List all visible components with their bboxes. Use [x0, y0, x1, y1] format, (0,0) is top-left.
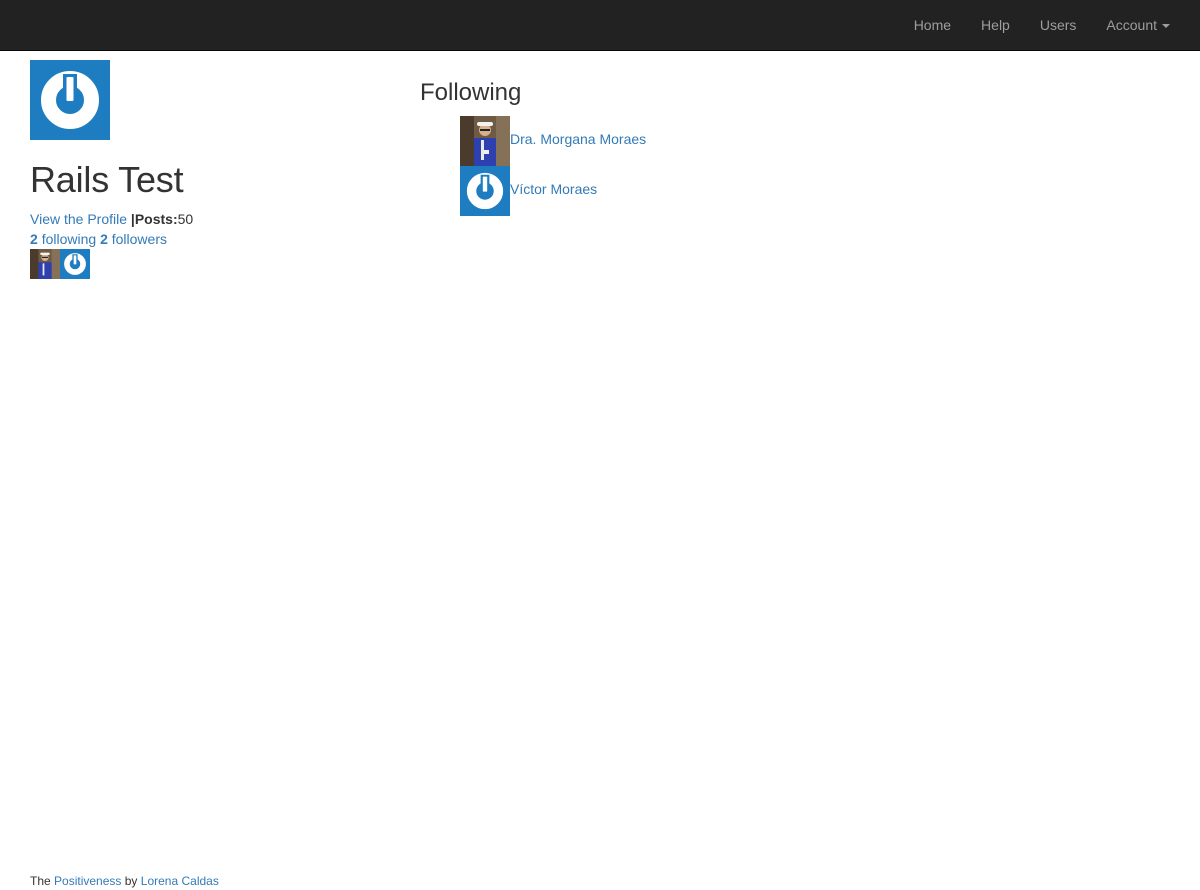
footer-author-link[interactable]: Lorena Caldas [141, 874, 219, 888]
user-avatar-morgana[interactable] [460, 116, 510, 166]
gravatar-power-icon [64, 253, 86, 275]
follow-stats: 2 following 2 followers [30, 230, 167, 248]
person-photo-icon [30, 249, 60, 279]
small-avatar-victor[interactable] [60, 249, 90, 279]
followers-count: 2 [100, 231, 108, 247]
following-heading: Following [420, 79, 522, 106]
nav-home-link[interactable]: Home [899, 0, 966, 50]
posts-label: Posts: [134, 211, 178, 227]
nav-links: Home Help Users Account [899, 0, 1185, 50]
followers-stat-link[interactable]: 2 followers [100, 231, 167, 247]
footer-prefix: The [30, 874, 51, 888]
nav-users-link[interactable]: Users [1025, 0, 1092, 50]
following-list-item: Dra. Morgana Moraes [460, 116, 860, 166]
user-link-morgana[interactable]: Dra. Morgana Moraes [510, 130, 646, 148]
nav-account-dropdown[interactable]: Account [1091, 0, 1185, 50]
profile-meta: View the Profile |Posts:50 [30, 210, 193, 228]
footer-by: by [124, 874, 138, 888]
following-count: 2 [30, 231, 38, 247]
user-link-victor[interactable]: Víctor Moraes [510, 180, 597, 198]
nav-account-label: Account [1106, 17, 1157, 33]
following-stat-link[interactable]: 2 following [30, 231, 96, 247]
following-label: following [41, 231, 97, 247]
profile-avatar[interactable] [30, 60, 110, 140]
small-avatar-morgana[interactable] [30, 249, 60, 279]
user-name-heading: Rails Test [30, 159, 184, 200]
user-avatar-victor[interactable] [460, 166, 510, 216]
nav-help-link[interactable]: Help [966, 0, 1025, 50]
followers-label: followers [111, 231, 167, 247]
top-navbar: Home Help Users Account [0, 0, 1200, 51]
gravatar-power-icon [41, 71, 99, 129]
view-profile-link[interactable]: View the Profile [30, 211, 127, 227]
person-photo-icon [460, 116, 510, 166]
caret-down-icon [1162, 24, 1170, 29]
footer-app-link[interactable]: Positiveness [54, 874, 121, 888]
gravatar-power-icon [466, 172, 504, 210]
footer: The Positiveness by Lorena Caldas [30, 873, 219, 889]
posts-count: 50 [177, 211, 194, 227]
following-list-item: Víctor Moraes [460, 166, 860, 216]
